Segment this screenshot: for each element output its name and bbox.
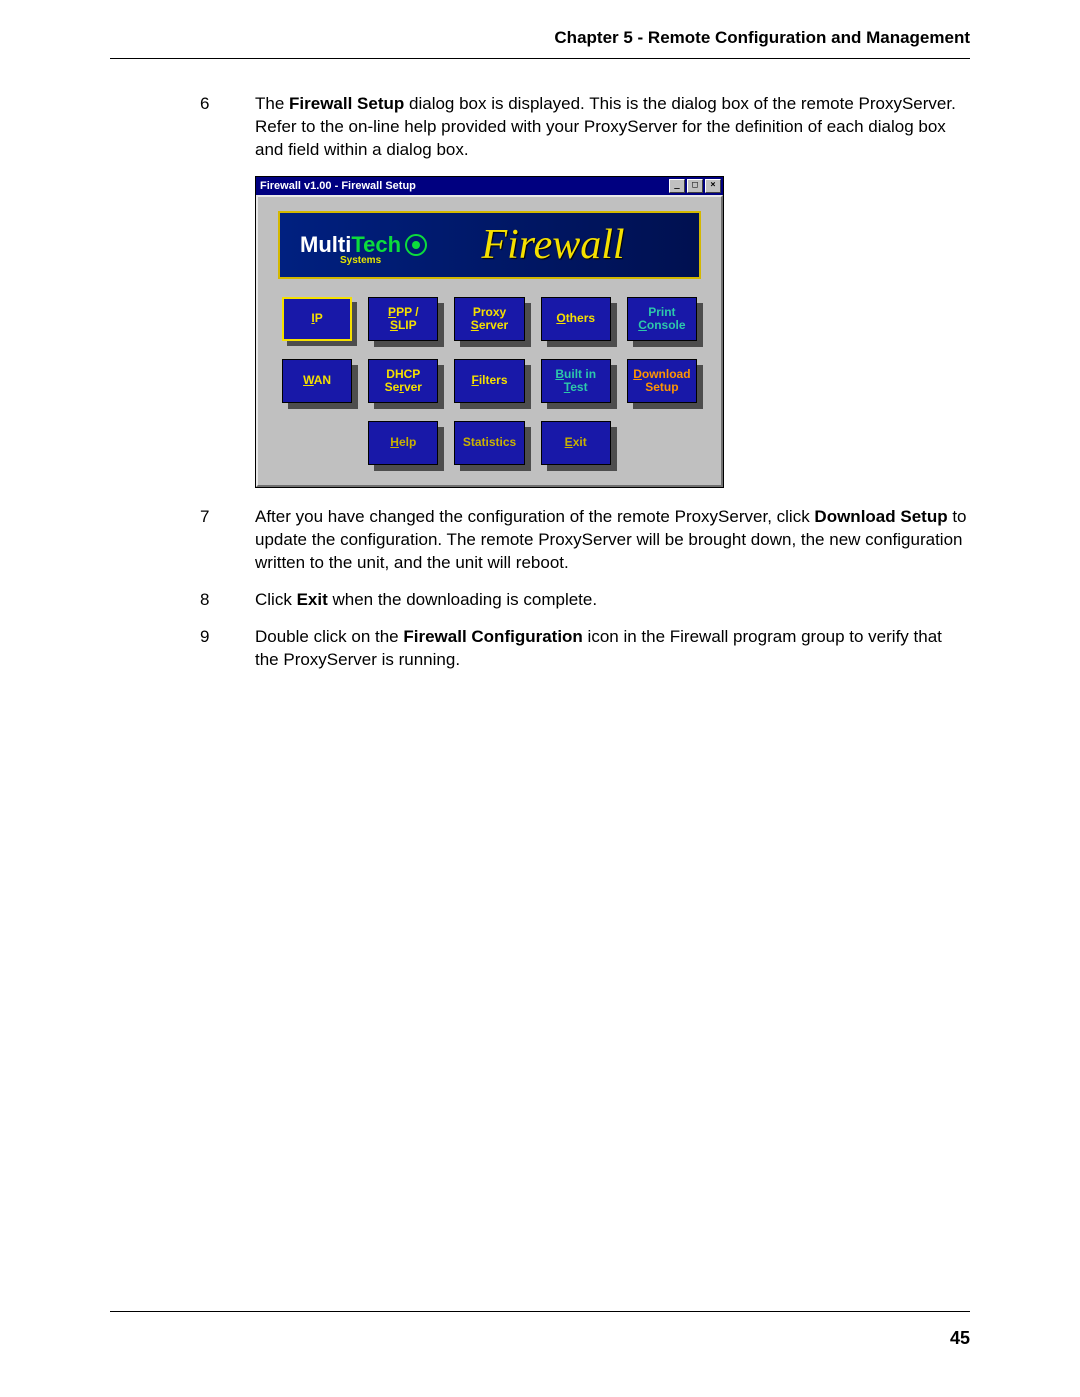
- step-8: 8 Click Exit when the downloading is com…: [110, 589, 970, 612]
- statistics-button[interactable]: Statistics: [454, 421, 524, 465]
- built-in-test-button[interactable]: Built in Test: [541, 359, 611, 403]
- download-setup-button[interactable]: Download Setup: [627, 359, 697, 403]
- others-button[interactable]: Others: [541, 297, 611, 341]
- firewall-banner: MultiTech Systems Firewall: [278, 211, 701, 279]
- ip-button[interactable]: IP: [282, 297, 352, 341]
- firewall-banner-title: Firewall: [427, 221, 669, 269]
- close-button[interactable]: ×: [705, 179, 721, 193]
- firewall-window: Firewall v1.00 - Firewall Setup _ □ × Mu…: [255, 176, 724, 488]
- maximize-button[interactable]: □: [687, 179, 703, 193]
- step-number: 6: [200, 93, 255, 162]
- print-console-button[interactable]: Print Console: [627, 297, 697, 341]
- button-grid: IP PPP / SLIP Proxy Server Others Print: [278, 297, 701, 465]
- filters-button[interactable]: Filters: [454, 359, 524, 403]
- logo-circle-icon: [405, 234, 427, 256]
- wan-button[interactable]: WAN: [282, 359, 352, 403]
- page-number: 45: [950, 1328, 970, 1348]
- page-footer: 45: [110, 1311, 970, 1349]
- step-9: 9 Double click on the Firewall Configura…: [110, 626, 970, 672]
- exit-button[interactable]: Exit: [541, 421, 611, 465]
- step-text: Click Exit when the downloading is compl…: [255, 589, 970, 612]
- step-6: 6 The Firewall Setup dialog box is displ…: [110, 93, 970, 162]
- chapter-header: Chapter 5 - Remote Configuration and Man…: [110, 28, 970, 59]
- dhcp-server-button[interactable]: DHCP Server: [368, 359, 438, 403]
- step-number: 8: [200, 589, 255, 612]
- step-number: 7: [200, 506, 255, 575]
- step-text: After you have changed the configuration…: [255, 506, 970, 575]
- help-button[interactable]: Help: [368, 421, 438, 465]
- step-text: The Firewall Setup dialog box is display…: [255, 93, 970, 162]
- dialog-title: Firewall v1.00 - Firewall Setup: [260, 180, 416, 192]
- minimize-button[interactable]: _: [669, 179, 685, 193]
- systems-label: Systems: [340, 255, 381, 266]
- firewall-setup-screenshot: Firewall v1.00 - Firewall Setup _ □ × Mu…: [255, 176, 970, 488]
- multitech-logo: MultiTech: [300, 234, 427, 256]
- step-text: Double click on the Firewall Configurati…: [255, 626, 970, 672]
- proxy-server-button[interactable]: Proxy Server: [454, 297, 524, 341]
- dialog-titlebar: Firewall v1.00 - Firewall Setup _ □ ×: [256, 177, 723, 195]
- step-7: 7 After you have changed the configurati…: [110, 506, 970, 575]
- step-number: 9: [200, 626, 255, 672]
- ppp-slip-button[interactable]: PPP / SLIP: [368, 297, 438, 341]
